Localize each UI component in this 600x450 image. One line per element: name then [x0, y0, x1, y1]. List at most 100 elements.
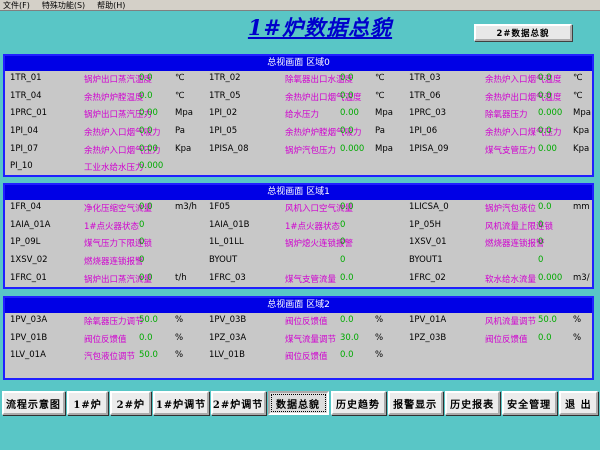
- data-row: 1PV_03A 除氧器压力调节 50.0% 1PV_03B 阀位反馈值 0.0% 1PV_0…: [5, 313, 592, 331]
- nav-button-3[interactable]: 1#炉调节: [153, 391, 209, 415]
- point-unit: ℃: [573, 73, 583, 83]
- point-unit: ℃: [375, 90, 385, 101]
- point-value: 50.0: [139, 350, 158, 361]
- point-value: 0.0: [139, 73, 153, 83]
- point-description: 锅炉汽包液位: [485, 204, 537, 214]
- nav-button-7[interactable]: 报警显示: [387, 391, 443, 415]
- menu-special[interactable]: 特殊功能(S): [42, 0, 85, 11]
- panel-header: 总视画面 区域1: [5, 185, 592, 200]
- point-tag: BYOUT: [209, 255, 238, 266]
- point-tag: 1FRC_01: [10, 272, 47, 283]
- point-value: 0.0: [538, 202, 552, 212]
- point-description: 1#点火器状态: [84, 221, 140, 232]
- point-value: 0: [340, 255, 346, 266]
- data-row: 1LV_01A 汽包液位调节 50.0% 1LV_01B 阀位反馈值 0.0%: [5, 348, 592, 366]
- nav-button-5[interactable]: 数据总貌: [267, 391, 329, 415]
- point-tag: 1PRC_01: [10, 108, 48, 119]
- point-description: 阀位反馈值: [285, 317, 328, 327]
- nav-button-10[interactable]: 退 出: [558, 391, 599, 415]
- point-description: 锅炉汽包压力: [285, 145, 337, 156]
- point-value: 0.0: [538, 126, 552, 137]
- data-row: PI_10 工业水给水压力 0.000: [5, 159, 592, 175]
- point-value: 0: [538, 237, 544, 248]
- point-value: 30.0: [340, 332, 359, 343]
- nav-button-0[interactable]: 流程示意图: [2, 391, 65, 415]
- point-value: 0.0: [139, 272, 153, 283]
- point-tag: 1LV_01B: [209, 350, 245, 361]
- point-tag: 1P_05H: [409, 219, 441, 230]
- point-description: 软水给水流量: [485, 274, 537, 285]
- point-unit: m3/: [573, 272, 590, 283]
- point-tag: 1PV_03A: [10, 315, 48, 325]
- point-tag: 1TR_04: [10, 90, 42, 101]
- point-tag: 1F05: [209, 202, 231, 212]
- point-description: 风机流量调节: [485, 317, 537, 327]
- point-value: 0: [340, 237, 346, 248]
- point-value: 0.0: [340, 73, 354, 83]
- point-tag: 1AIA_01B: [209, 219, 250, 230]
- nav-button-4[interactable]: 2#炉调节: [210, 391, 266, 415]
- point-tag: 1LICSA_0: [409, 202, 449, 212]
- nav-button-1[interactable]: 1#炉: [66, 391, 109, 415]
- data-row: 1PI_07 余热炉入口烟气压力 0.00 Kpa 1PISA_08 锅炉汽包压力 0.00…: [5, 142, 592, 160]
- point-value: 0.0: [340, 272, 354, 283]
- point-value: 0.0: [340, 202, 354, 212]
- point-value: 0.0: [139, 332, 153, 343]
- point-unit: Mpa: [175, 108, 193, 119]
- point-unit: Kpa: [573, 143, 590, 154]
- point-tag: 1TR_02: [209, 73, 241, 83]
- point-value: 0: [538, 255, 544, 266]
- overview-panel-1: 总视画面 区域1 1FR_04 净化压缩空气流量 0.0 m3/h 1F05 风机入口空气流…: [3, 183, 594, 289]
- point-value: 50.0: [538, 315, 557, 325]
- data-row: 1XSV_02 燃烧器连锁报警 0 BYOUT 0 BYOUT1 0: [5, 253, 592, 271]
- point-tag: PI_10: [10, 161, 33, 172]
- nav-button-9[interactable]: 安全管理: [501, 391, 557, 415]
- point-unit: %: [175, 332, 184, 343]
- point-unit: Mpa: [375, 108, 393, 119]
- point-tag: 1PV_03B: [209, 315, 247, 325]
- nav-button-6[interactable]: 历史趋势: [330, 391, 386, 415]
- point-unit: Mpa: [573, 108, 591, 119]
- point-description: 阀位反馈值: [84, 334, 127, 345]
- point-tag: 1PZ_03A: [209, 332, 247, 343]
- data-row: 1FRC_01 锅炉出口蒸汽流量 0.0 t/h 1FRC_03 煤气支管流量 0.0 1FR…: [5, 271, 592, 287]
- point-tag: 1TR_06: [409, 90, 441, 101]
- point-unit: Mpa: [375, 143, 393, 154]
- menu-help[interactable]: 帮助(H): [97, 0, 125, 11]
- point-unit: Kpa: [175, 143, 192, 154]
- point-value: 0: [139, 237, 145, 248]
- point-description: 阀位反馈值: [485, 334, 528, 345]
- data-row: 1PV_01B 阀位反馈值 0.0% 1PZ_03A 煤气流量调节 30.0% 1PZ_03…: [5, 331, 592, 349]
- point-value: 0.00: [139, 143, 158, 154]
- point-value: 0.0: [340, 126, 354, 137]
- point-tag: 1PI_05: [209, 126, 238, 137]
- data-row: 1TR_01 锅炉出口蒸汽温度 0.0 ℃ 1TR_02 除氧器出口水温度 0.0 ℃ 1TR_…: [5, 71, 592, 89]
- point-unit: %: [375, 315, 384, 325]
- point-tag: 1AIA_01A: [10, 219, 51, 230]
- point-unit: %: [175, 315, 184, 325]
- point-tag: 1P_09L: [10, 237, 41, 248]
- point-tag: 1TR_01: [10, 73, 42, 83]
- nav-button-2[interactable]: 2#炉: [110, 391, 152, 415]
- point-tag: 1PI_02: [209, 108, 238, 119]
- menu-file[interactable]: 文件(F): [3, 0, 30, 11]
- point-tag: 1TR_03: [409, 73, 441, 83]
- point-description: 煤气流量调节: [285, 334, 337, 345]
- point-tag: 1FRC_02: [409, 272, 446, 283]
- data-row: 1PRC_01 锅炉出口蒸汽压力 0.00 Mpa 1PI_02 给水压力 0.00 Mpa 1…: [5, 106, 592, 124]
- nav-button-8[interactable]: 历史报表: [444, 391, 500, 415]
- data-row: 1FR_04 净化压缩空气流量 0.0 m3/h 1F05 风机入口空气流量 0.0 1LIC…: [5, 200, 592, 218]
- point-value: 0.0: [340, 350, 354, 361]
- point-description: 燃烧器连锁报警: [485, 239, 545, 250]
- point-unit: ℃: [573, 90, 583, 101]
- menu-bar: 文件(F) 特殊功能(S) 帮助(H): [0, 0, 600, 11]
- point-tag: 1PV_01A: [409, 315, 447, 325]
- overview-panel-0: 总视画面 区域0 1TR_01 锅炉出口蒸汽温度 0.0 ℃ 1TR_02 除氧器出口水温度…: [3, 54, 594, 177]
- boiler2-overview-button[interactable]: 2#数据总貌: [474, 24, 572, 41]
- point-unit: t/h: [175, 272, 187, 283]
- point-value: 0.00: [340, 108, 359, 119]
- point-value: 0.0: [538, 90, 552, 101]
- point-value: 0.000: [538, 272, 563, 283]
- point-value: 0.0: [139, 126, 153, 137]
- point-description: 余热炉炉膛温度: [84, 92, 144, 103]
